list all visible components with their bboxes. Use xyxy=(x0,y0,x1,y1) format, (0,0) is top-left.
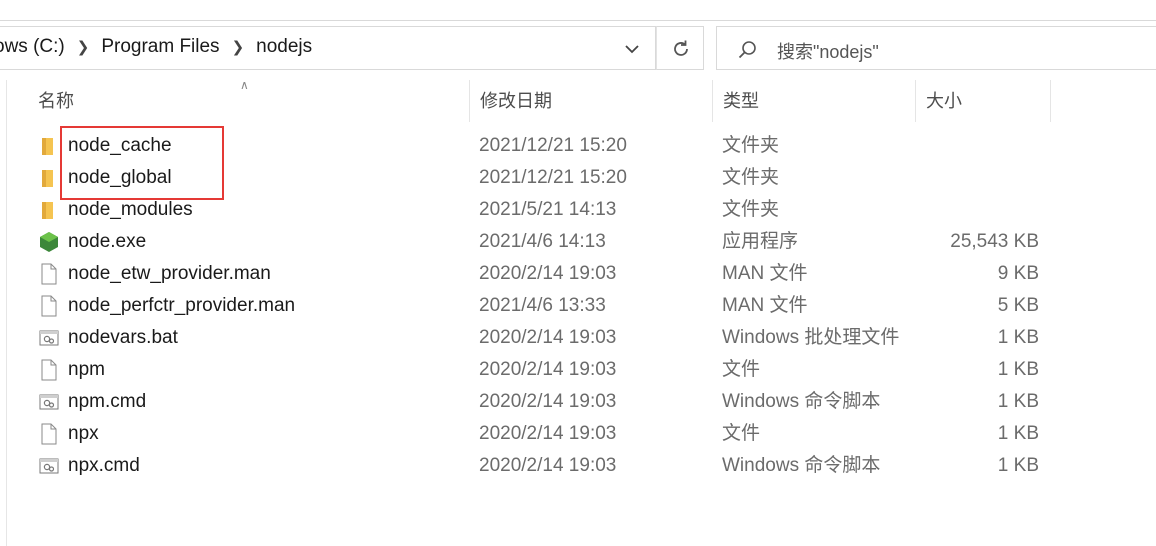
file-name[interactable]: npm.cmd xyxy=(68,386,146,418)
breadcrumb-program-files[interactable]: Program Files xyxy=(97,36,223,58)
file-date-modified: 2020/2/14 19:03 xyxy=(479,455,617,476)
file-date-modified: 2021/5/21 14:13 xyxy=(479,199,617,220)
file-date-modified: 2021/4/6 14:13 xyxy=(479,231,606,252)
file-row[interactable]: npx.cmd 2020/2/14 19:03 Windows 命令脚本 1 KB xyxy=(0,450,1156,482)
file-size: 25,543 KB xyxy=(950,231,1039,252)
breadcrumb-drive[interactable]: ows (C:) xyxy=(0,36,69,58)
file-row[interactable]: node_etw_provider.man 2020/2/14 19:03 MAN … xyxy=(0,258,1156,290)
column-header-name[interactable]: 名称 xyxy=(28,80,470,122)
nodejs-exe-icon xyxy=(38,231,60,253)
file-type: MAN 文件 xyxy=(722,295,808,316)
file-size: 1 KB xyxy=(997,327,1039,348)
file-row[interactable]: node_perfctr_provider.man 2021/4/6 13:33 M… xyxy=(0,290,1156,322)
file-name[interactable]: npx xyxy=(68,418,99,450)
file-type: Windows 批处理文件 xyxy=(722,327,900,348)
file-name[interactable]: npm xyxy=(68,354,105,386)
file-type: 文件夹 xyxy=(722,199,780,220)
refresh-button[interactable] xyxy=(656,26,704,70)
address-bar[interactable]: ows (C:) ❯ Program Files ❯ nodejs xyxy=(0,26,656,70)
file-type: Windows 命令脚本 xyxy=(722,391,881,412)
file-date-modified: 2021/4/6 13:33 xyxy=(479,295,606,316)
file-name[interactable]: nodevars.bat xyxy=(68,322,178,354)
file-row[interactable]: node.exe 2021/4/6 14:13 应用程序 25,543 KB xyxy=(0,226,1156,258)
file-name[interactable]: node_perfctr_provider.man xyxy=(68,290,295,322)
file-date-modified: 2020/2/14 19:03 xyxy=(479,391,617,412)
chevron-down-icon[interactable] xyxy=(620,37,644,61)
batch-file-icon xyxy=(38,327,60,349)
annotation-highlight-box xyxy=(60,126,224,200)
file-type: 文件 xyxy=(722,359,761,380)
file-date-modified: 2021/12/21 15:20 xyxy=(479,135,627,156)
file-icon xyxy=(38,423,60,445)
file-row[interactable]: npm 2020/2/14 19:03 文件 1 KB xyxy=(0,354,1156,386)
batch-file-icon xyxy=(38,391,60,413)
file-size: 9 KB xyxy=(997,263,1039,284)
file-date-modified: 2021/12/21 15:20 xyxy=(479,167,627,188)
file-size: 5 KB xyxy=(997,295,1039,316)
search-placeholder: 搜索"nodejs" xyxy=(777,42,879,62)
refresh-icon xyxy=(674,40,688,56)
search-input[interactable]: 搜索"nodejs" xyxy=(716,26,1156,70)
breadcrumb-nodejs[interactable]: nodejs xyxy=(252,36,316,58)
file-name[interactable]: node_etw_provider.man xyxy=(68,258,271,290)
file-size: 1 KB xyxy=(997,455,1039,476)
file-type: 文件夹 xyxy=(722,167,780,188)
file-row[interactable]: npx 2020/2/14 19:03 文件 1 KB xyxy=(0,418,1156,450)
folder-icon xyxy=(38,167,60,189)
file-row[interactable]: npm.cmd 2020/2/14 19:03 Windows 命令脚本 1 KB xyxy=(0,386,1156,418)
chevron-right-icon[interactable]: ❯ xyxy=(69,38,98,56)
file-type: 应用程序 xyxy=(722,231,799,252)
file-name[interactable]: npx.cmd xyxy=(68,450,140,482)
column-header-size[interactable]: 大小 xyxy=(916,80,1051,122)
file-date-modified: 2020/2/14 19:03 xyxy=(479,359,617,380)
file-explorer-window: ows (C:) ❯ Program Files ❯ nodejs 搜索"nod… xyxy=(0,0,1156,546)
file-type: 文件 xyxy=(722,423,761,444)
file-icon xyxy=(38,295,60,317)
column-header-row: 名称 修改日期 类型 大小 xyxy=(0,80,1156,122)
chevron-right-icon[interactable]: ❯ xyxy=(224,38,253,56)
breadcrumb: ows (C:) ❯ Program Files ❯ nodejs xyxy=(0,36,316,58)
batch-file-icon xyxy=(38,455,60,477)
file-size: 1 KB xyxy=(997,359,1039,380)
file-row[interactable]: nodevars.bat 2020/2/14 19:03 Windows 批处理文件… xyxy=(0,322,1156,354)
file-icon xyxy=(38,263,60,285)
file-type: Windows 命令脚本 xyxy=(722,455,881,476)
search-icon xyxy=(738,41,756,59)
file-date-modified: 2020/2/14 19:03 xyxy=(479,327,617,348)
column-header-date[interactable]: 修改日期 xyxy=(470,80,713,122)
file-type: MAN 文件 xyxy=(722,263,808,284)
file-type: 文件夹 xyxy=(722,135,780,156)
file-date-modified: 2020/2/14 19:03 xyxy=(479,423,617,444)
toolbar-strip xyxy=(0,0,1156,21)
folder-icon xyxy=(38,199,60,221)
file-icon xyxy=(38,359,60,381)
column-header-type[interactable]: 类型 xyxy=(713,80,916,122)
file-date-modified: 2020/2/14 19:03 xyxy=(479,263,617,284)
file-size: 1 KB xyxy=(997,391,1039,412)
file-size: 1 KB xyxy=(997,423,1039,444)
file-name[interactable]: node.exe xyxy=(68,226,146,258)
folder-icon xyxy=(38,135,60,157)
